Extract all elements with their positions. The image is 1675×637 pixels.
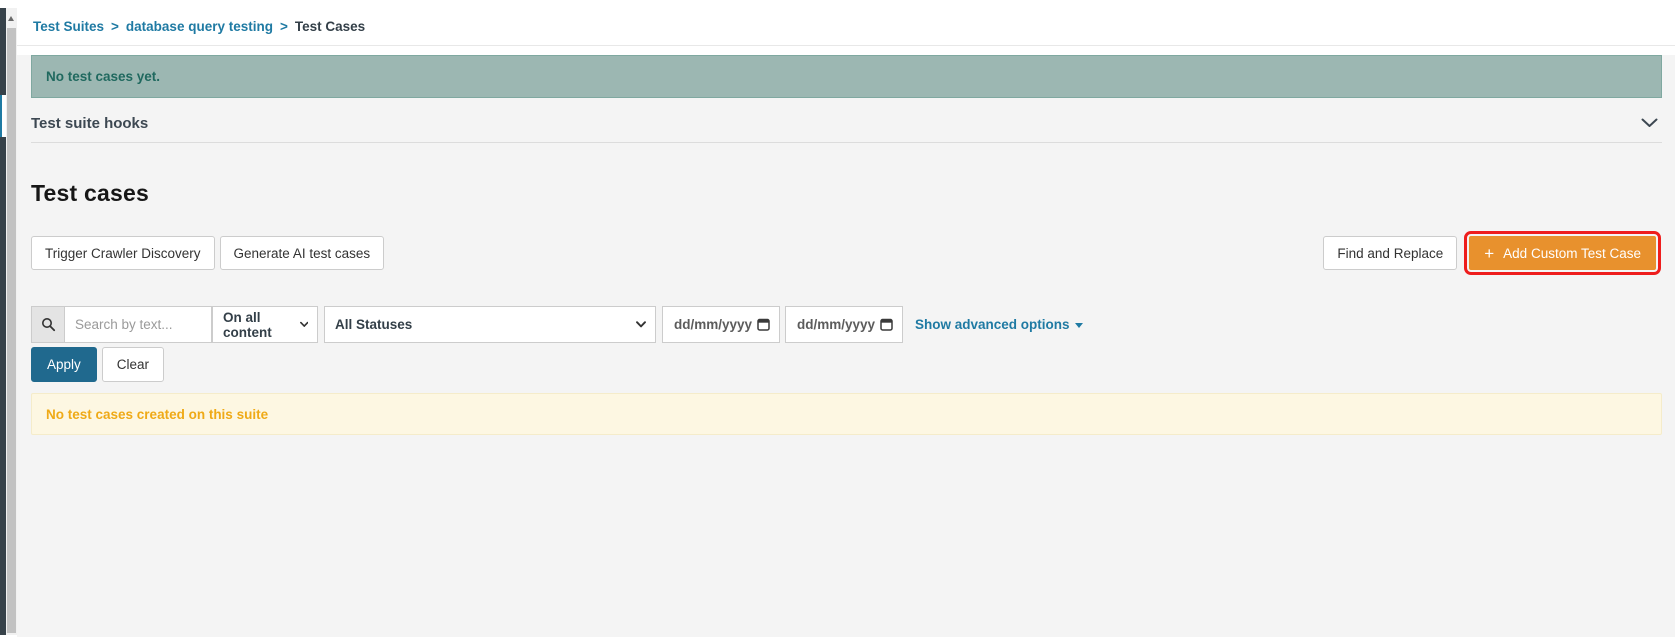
vertical-scrollbar[interactable] bbox=[6, 8, 17, 635]
add-custom-test-case-button[interactable]: + Add Custom Test Case bbox=[1469, 236, 1656, 270]
clear-button[interactable]: Clear bbox=[102, 347, 164, 382]
calendar-icon[interactable] bbox=[757, 318, 770, 331]
test-suite-hooks-header[interactable]: Test suite hooks bbox=[31, 106, 1662, 143]
chevron-down-icon bbox=[636, 321, 646, 328]
content-scope-value: On all content bbox=[223, 310, 300, 340]
calendar-icon[interactable] bbox=[880, 318, 893, 331]
search-input[interactable] bbox=[64, 306, 212, 343]
breadcrumb-separator: > bbox=[280, 19, 288, 34]
status-select[interactable]: All Statuses bbox=[324, 306, 656, 343]
search-icon bbox=[41, 317, 56, 332]
plus-icon: + bbox=[1484, 245, 1494, 262]
filters-bar: On all content All Statuses dd/mm/yyyy bbox=[31, 306, 1662, 343]
page-title: Test cases bbox=[31, 180, 1662, 207]
test-suite-hooks-title: Test suite hooks bbox=[31, 115, 148, 132]
search-addon bbox=[31, 306, 64, 343]
add-custom-test-case-label: Add Custom Test Case bbox=[1503, 246, 1641, 261]
date-from-input[interactable]: dd/mm/yyyy bbox=[662, 306, 780, 343]
date-from-placeholder: dd/mm/yyyy bbox=[674, 317, 752, 332]
breadcrumb: Test Suites > database query testing > T… bbox=[17, 8, 1675, 46]
find-and-replace-button[interactable]: Find and Replace bbox=[1323, 236, 1457, 270]
filter-actions: Apply Clear bbox=[31, 347, 1662, 382]
content-area: Test Suites > database query testing > T… bbox=[17, 8, 1675, 637]
chevron-down-icon[interactable] bbox=[1641, 118, 1658, 128]
info-banner: No test cases yet. bbox=[31, 55, 1662, 98]
generate-ai-test-cases-button[interactable]: Generate AI test cases bbox=[220, 236, 385, 270]
empty-state-alert: No test cases created on this suite bbox=[31, 393, 1662, 435]
date-to-placeholder: dd/mm/yyyy bbox=[797, 317, 875, 332]
trigger-crawler-discovery-button[interactable]: Trigger Crawler Discovery bbox=[31, 236, 215, 270]
toolbar: Trigger Crawler Discovery Generate AI te… bbox=[31, 236, 1662, 270]
breadcrumb-link-suite-name[interactable]: database query testing bbox=[126, 19, 273, 34]
main-panel: No test cases yet. Test suite hooks Test… bbox=[17, 55, 1675, 637]
empty-state-text: No test cases created on this suite bbox=[46, 407, 268, 422]
show-advanced-options-label: Show advanced options bbox=[915, 317, 1070, 332]
show-advanced-options-link[interactable]: Show advanced options bbox=[915, 317, 1083, 332]
scrollbar-thumb[interactable] bbox=[7, 28, 16, 633]
status-value: All Statuses bbox=[335, 317, 412, 332]
date-to-input[interactable]: dd/mm/yyyy bbox=[785, 306, 903, 343]
breadcrumb-separator: > bbox=[111, 19, 119, 34]
toolbar-left-group: Trigger Crawler Discovery Generate AI te… bbox=[31, 236, 384, 270]
apply-button[interactable]: Apply bbox=[31, 347, 97, 382]
app-window: Test Suites > database query testing > T… bbox=[0, 0, 1675, 637]
caret-down-icon bbox=[1075, 323, 1083, 328]
toolbar-right-group: Find and Replace + Add Custom Test Case bbox=[1323, 236, 1662, 270]
info-banner-text: No test cases yet. bbox=[46, 69, 160, 84]
scrollbar-up-arrow-icon[interactable] bbox=[8, 16, 14, 21]
chevron-down-icon bbox=[300, 321, 309, 328]
breadcrumb-link-test-suites[interactable]: Test Suites bbox=[33, 19, 104, 34]
breadcrumb-current-page: Test Cases bbox=[295, 19, 365, 34]
content-scope-select[interactable]: On all content bbox=[212, 306, 318, 343]
